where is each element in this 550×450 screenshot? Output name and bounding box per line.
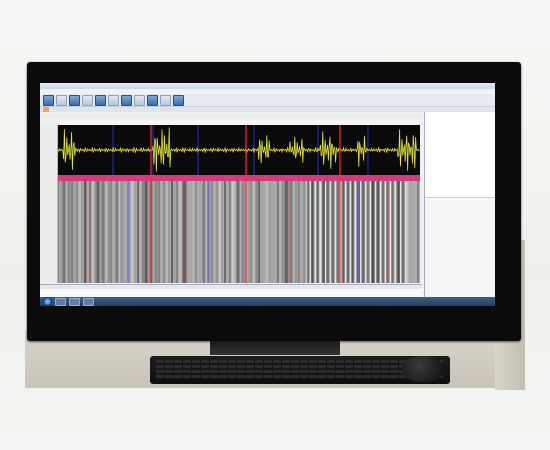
keyboard-keys-row bbox=[156, 370, 444, 373]
save-icon[interactable] bbox=[56, 94, 67, 106]
results-tabs bbox=[40, 285, 422, 289]
settings-icon[interactable] bbox=[82, 94, 93, 106]
taskbar-app-explorer-icon[interactable] bbox=[55, 297, 66, 306]
open-icon[interactable] bbox=[43, 94, 54, 106]
computer-mouse bbox=[402, 356, 444, 382]
monitor-stand bbox=[210, 341, 340, 355]
keyboard-keys-row bbox=[156, 375, 444, 378]
help-icon[interactable] bbox=[173, 94, 184, 106]
monitor bbox=[27, 62, 521, 341]
keyboard-keys-row bbox=[156, 360, 444, 363]
scan-icon[interactable] bbox=[69, 94, 80, 106]
toolbar bbox=[40, 94, 495, 107]
object-tree bbox=[425, 112, 495, 198]
filter-icon[interactable] bbox=[147, 94, 158, 106]
taskbar-app-browser-icon[interactable] bbox=[69, 297, 80, 306]
taskbar-app-analyzer-icon[interactable] bbox=[83, 297, 94, 306]
scan-indicator-band bbox=[58, 175, 420, 181]
keyboard-keys-row bbox=[156, 365, 444, 368]
signal-plot[interactable] bbox=[58, 125, 420, 283]
zoom-out-icon[interactable] bbox=[108, 94, 119, 106]
view-options-row bbox=[40, 113, 422, 118]
report-icon[interactable] bbox=[134, 94, 145, 106]
measure-icon[interactable] bbox=[121, 94, 132, 106]
screen bbox=[40, 83, 495, 306]
zoom-in-icon[interactable] bbox=[95, 94, 106, 106]
signal-view-panel bbox=[40, 113, 422, 284]
export-icon[interactable] bbox=[160, 94, 171, 106]
start-button-icon[interactable] bbox=[43, 297, 52, 306]
left-ruler bbox=[41, 125, 58, 283]
work-area bbox=[40, 112, 495, 306]
properties-sidebar bbox=[424, 112, 495, 306]
tab-active-document[interactable] bbox=[43, 107, 49, 112]
taskbar bbox=[40, 297, 495, 306]
